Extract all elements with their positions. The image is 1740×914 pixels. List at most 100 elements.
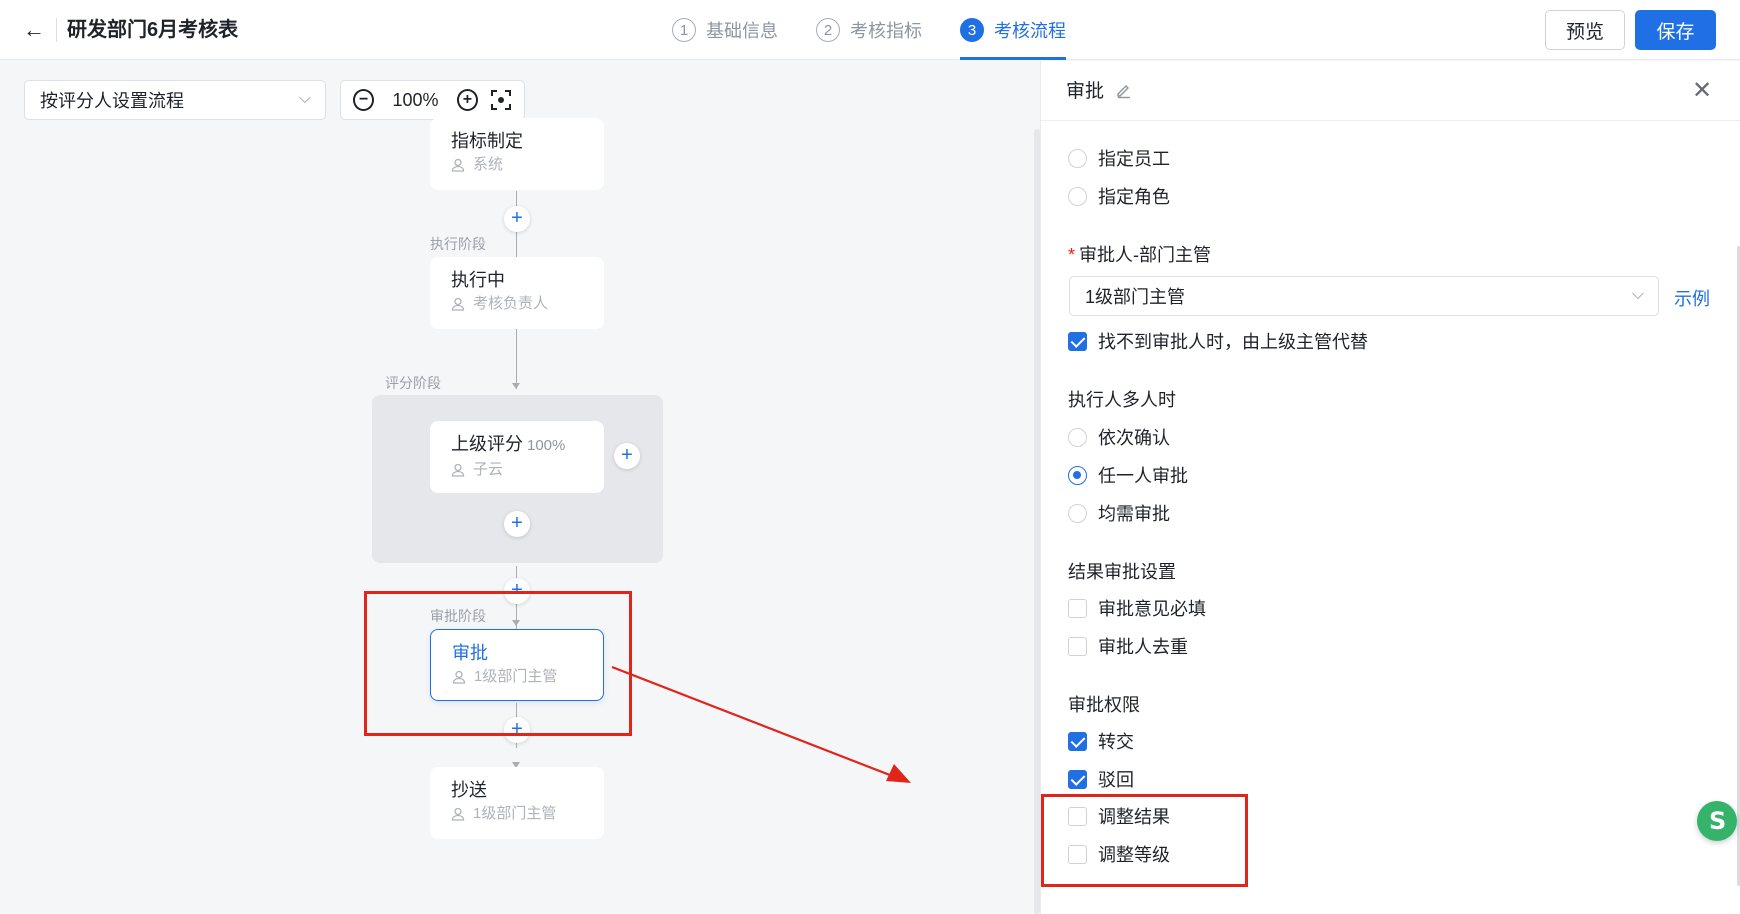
approval-permission-label: 审批权限 (1068, 695, 1140, 715)
zoom-out-icon[interactable]: − (353, 89, 375, 111)
option-label: 调整等级 (1098, 845, 1170, 865)
close-icon[interactable]: ✕ (1689, 78, 1715, 104)
multi-option-sequential[interactable]: 依次确认 (1068, 424, 1170, 450)
node-assignee: 考核负责人 (473, 295, 549, 312)
radio-button[interactable] (1068, 427, 1087, 447)
tab-metrics[interactable]: 2 考核指标 (816, 0, 922, 60)
node-assignee: 1级部门主管 (473, 805, 557, 822)
zoom-control: − 100% + (340, 80, 525, 120)
flow-node-executing[interactable]: 执行中 考核负责人 (430, 257, 604, 329)
add-parallel-node-button[interactable]: + (614, 443, 640, 469)
flow-node-cc[interactable]: 抄送 1级部门主管 (430, 767, 604, 839)
assign-option-role[interactable]: 指定角色 (1068, 183, 1170, 209)
add-node-button[interactable]: + (504, 717, 530, 743)
fit-screen-icon[interactable] (490, 89, 512, 111)
assign-option-employee[interactable]: 指定员工 (1068, 145, 1170, 171)
step-label: 考核指标 (850, 21, 922, 41)
option-label: 驳回 (1098, 770, 1134, 790)
step-label: 基础信息 (706, 21, 778, 41)
stage-label-score: 评分阶段 (385, 375, 441, 391)
option-label: 找不到审批人时，由上级主管代替 (1098, 332, 1368, 352)
fallback-checkbox-row[interactable]: 找不到审批人时，由上级主管代替 (1068, 328, 1368, 354)
multi-executor-label: 执行人多人时 (1068, 390, 1176, 410)
back-arrow-icon[interactable]: ← (20, 16, 48, 44)
node-title: 指标制定 (451, 131, 523, 151)
radio-button[interactable] (1068, 186, 1087, 206)
step-label: 考核流程 (994, 21, 1066, 41)
edit-icon[interactable] (1115, 81, 1135, 101)
checkbox[interactable] (1068, 806, 1087, 826)
add-node-button[interactable]: + (504, 511, 530, 537)
radio-button[interactable] (1068, 465, 1087, 485)
step-number: 2 (816, 18, 840, 42)
tab-process[interactable]: 3 考核流程 (960, 0, 1066, 60)
option-label: 均需审批 (1098, 504, 1170, 524)
connector-arrow (512, 620, 520, 626)
node-weight: 100% (527, 437, 566, 454)
perm-option-adjust-result[interactable]: 调整结果 (1068, 803, 1170, 829)
perm-option-adjust-grade[interactable]: 调整等级 (1068, 841, 1170, 867)
checkbox[interactable] (1068, 598, 1087, 618)
chevron-down-icon: ⌵ (298, 90, 311, 107)
node-assignee: 子云 (473, 461, 504, 478)
user-icon (451, 807, 465, 821)
approval-settings-panel: 审批 ✕ 指定员工 指定角色 * 审批人-部门主管 1级部门主管 ⌵ 示例 找不到… (1040, 61, 1740, 914)
checkbox[interactable] (1068, 636, 1087, 656)
flow-node-supervisor-score[interactable]: 上级评分 100% 子云 (430, 421, 604, 493)
node-title: 上级评分 (451, 434, 523, 454)
radio-button[interactable] (1068, 503, 1087, 523)
step-number: 3 (960, 18, 984, 42)
multi-option-all[interactable]: 均需审批 (1068, 500, 1170, 526)
checkbox[interactable] (1068, 731, 1087, 751)
option-label: 依次确认 (1098, 428, 1170, 448)
radio-button[interactable] (1068, 148, 1087, 168)
checkbox[interactable] (1068, 769, 1087, 789)
result-option-opinion-required[interactable]: 审批意见必填 (1068, 595, 1206, 621)
node-assignee: 1级部门主管 (474, 668, 558, 685)
chevron-down-icon: ⌵ (1631, 286, 1644, 303)
example-link[interactable]: 示例 (1674, 285, 1710, 311)
stage-label-approve: 审批阶段 (430, 608, 486, 624)
connector-arrow (512, 383, 520, 389)
node-title: 抄送 (451, 780, 487, 800)
assistant-logo-icon[interactable]: S (1697, 801, 1737, 841)
add-node-button[interactable]: + (504, 578, 530, 604)
user-icon (451, 158, 465, 172)
preview-button[interactable]: 预览 (1545, 10, 1625, 50)
perm-option-transfer[interactable]: 转交 (1068, 728, 1134, 754)
user-icon (451, 297, 465, 311)
step-number: 1 (672, 18, 696, 42)
checkbox[interactable] (1068, 844, 1087, 864)
connector-line (516, 329, 517, 389)
zoom-in-icon[interactable]: + (456, 89, 478, 111)
approver-select-value: 1级部门主管 (1085, 287, 1186, 307)
approver-field-label: * 审批人-部门主管 (1068, 241, 1211, 267)
result-option-dedupe[interactable]: 审批人去重 (1068, 633, 1188, 659)
approver-select[interactable]: 1级部门主管 ⌵ (1069, 276, 1659, 316)
result-approval-label: 结果审批设置 (1068, 562, 1176, 582)
approver-label-text: 审批人-部门主管 (1079, 245, 1212, 265)
flow-node-approval[interactable]: 审批 1级部门主管 (430, 629, 604, 701)
multi-option-any[interactable]: 任一人审批 (1068, 462, 1188, 488)
tab-basic-info[interactable]: 1 基础信息 (672, 0, 778, 60)
checkbox[interactable] (1068, 331, 1087, 351)
option-label: 指定员工 (1098, 149, 1170, 169)
stage-label-execute: 执行阶段 (430, 236, 486, 252)
perm-option-reject[interactable]: 驳回 (1068, 766, 1134, 792)
node-title: 审批 (452, 643, 488, 663)
flow-mode-select[interactable]: 按评分人设置流程 ⌵ (24, 80, 326, 120)
option-label: 调整结果 (1098, 807, 1170, 827)
user-icon (451, 463, 465, 477)
save-button[interactable]: 保存 (1635, 10, 1716, 50)
option-label: 转交 (1098, 732, 1134, 752)
page-title: 研发部门6月考核表 (67, 19, 239, 41)
flow-mode-value: 按评分人设置流程 (40, 91, 184, 111)
node-assignee: 系统 (473, 156, 504, 173)
panel-title: 审批 (1066, 81, 1105, 102)
option-label: 审批人去重 (1098, 637, 1188, 657)
flow-canvas[interactable]: 按评分人设置流程 ⌵ − 100% + 执行阶段 评分阶段 指标制定 系统 + … (0, 61, 1040, 914)
required-mark: * (1068, 245, 1076, 265)
panel-header: 审批 ✕ (1041, 61, 1740, 121)
flow-node-indicator[interactable]: 指标制定 系统 (430, 118, 604, 190)
add-node-button[interactable]: + (504, 206, 530, 232)
